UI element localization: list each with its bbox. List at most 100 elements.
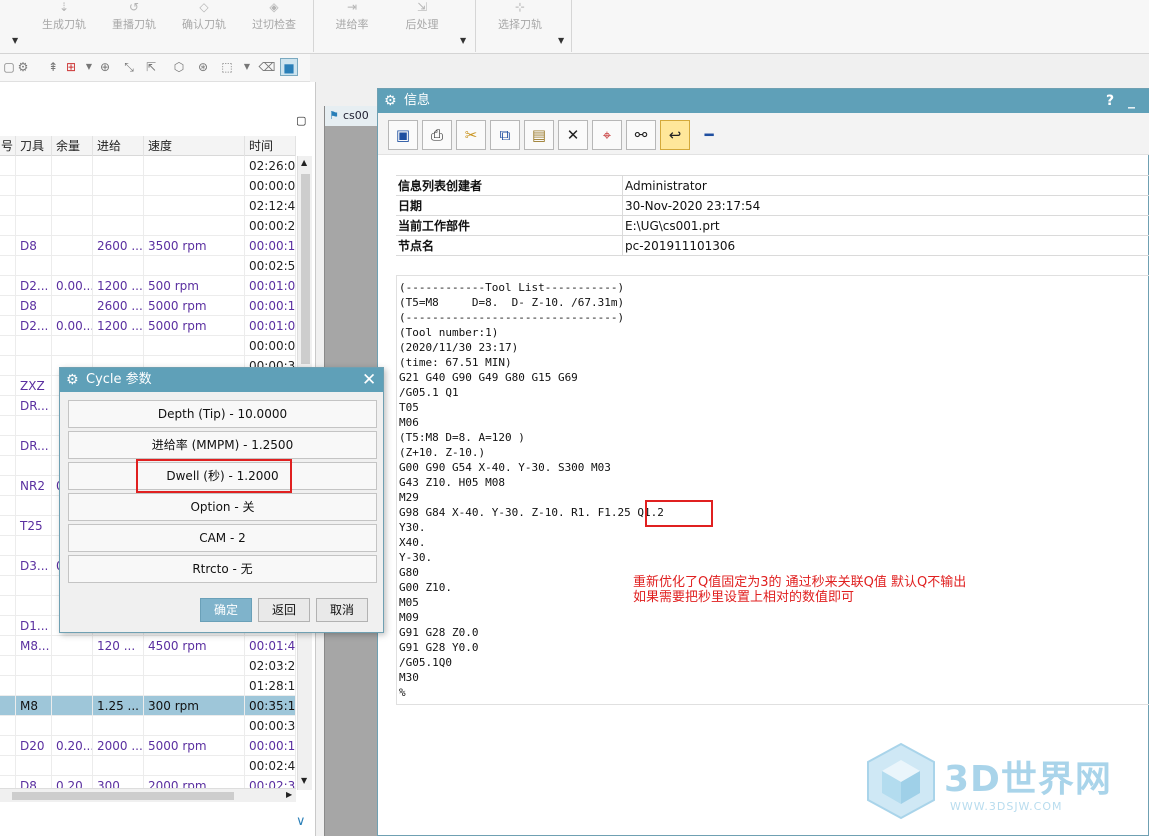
navigator-horizontal-scrollbar[interactable]: ▶	[0, 788, 296, 802]
column-header-speed[interactable]: 速度	[144, 136, 245, 156]
table-row[interactable]: 00:00:00	[0, 176, 296, 196]
cut-icon[interactable]: ✂	[456, 120, 486, 150]
speed-cell: 5000 rpm	[144, 736, 245, 756]
table-row[interactable]: 02:12:46	[0, 196, 296, 216]
help-button[interactable]: ?	[1106, 89, 1114, 113]
scroll-thumb[interactable]	[12, 792, 234, 800]
table-row[interactable]: 00:02:50	[0, 256, 296, 276]
print-icon[interactable]: ⎙	[422, 120, 452, 150]
feed-cell: 1200 ...	[93, 316, 144, 336]
table-row[interactable]: D2...0.00...1200 ...5000 rpm00:01:00	[0, 316, 296, 336]
eraser-icon[interactable]: ⌫	[258, 58, 276, 76]
table-row[interactable]: D8 2600 ...3500 rpm00:00:11	[0, 236, 296, 256]
close-icon[interactable]: ✕	[362, 368, 376, 392]
feedrate-button[interactable]: ⇥ 进给率	[322, 0, 382, 40]
hexagon-icon[interactable]: ⬡	[170, 58, 188, 76]
option-param-button[interactable]: Option - 关	[68, 493, 377, 521]
group-dropdown-arrow[interactable]: ▼	[558, 36, 564, 45]
save-icon[interactable]: ▣	[388, 120, 418, 150]
generate-toolpath-button[interactable]: ⇣ 生成刀轨	[34, 0, 94, 40]
tool-cell: D1...	[16, 616, 52, 636]
target-icon[interactable]: ⌖	[592, 120, 622, 150]
delete-icon[interactable]: ✕	[558, 120, 588, 150]
table-row[interactable]: D200.20...2000 ...5000 rpm00:00:18	[0, 736, 296, 756]
depth-param-button[interactable]: Depth (Tip) - 10.0000	[68, 400, 377, 428]
table-row[interactable]: 00:00:30	[0, 716, 296, 736]
table-row[interactable]: 00:00:23	[0, 216, 296, 236]
minimize-button[interactable]: _	[1128, 89, 1135, 113]
measure-icon[interactable]: ⇱	[142, 58, 160, 76]
ribbon-toolbar: ▼ ⇣ 生成刀轨 ↺ 重播刀轨 ◇ 确认刀轨 ◈ 过切检查 ⇥ 进给率 ⇲ 后处理 ▼ ⊹ 选…	[0, 0, 1149, 54]
tool-cell	[16, 716, 52, 736]
row-number-cell	[0, 516, 16, 536]
word-wrap-icon[interactable]: ↩	[660, 120, 690, 150]
stock-cell	[52, 176, 93, 196]
table-row[interactable]: 02:26:09	[0, 156, 296, 176]
table-row[interactable]: 00:02:48	[0, 756, 296, 776]
column-header-stock[interactable]: 余量	[52, 136, 93, 156]
snap-point-icon[interactable]: ⊞	[62, 58, 80, 76]
time-cell: 00:00:30	[245, 716, 296, 736]
table-row[interactable]: 01:28:15	[0, 676, 296, 696]
find-binoculars-icon[interactable]: ⚯	[626, 120, 656, 150]
table-row[interactable]: M8... 120 ...4500 rpm00:01:47	[0, 636, 296, 656]
box-select-icon[interactable]: ⬚	[218, 58, 236, 76]
ribbon-dropdown-arrow[interactable]: ▼	[12, 36, 18, 45]
tool-cell	[16, 496, 52, 516]
speed-cell	[144, 256, 245, 276]
table-row[interactable]: D8 2600 ...5000 rpm00:00:14	[0, 296, 296, 316]
meta-row: 节点名 pc-201911101306	[396, 236, 1149, 256]
group-dropdown-arrow[interactable]: ▼	[460, 36, 466, 45]
column-header-feed[interactable]: 进给	[93, 136, 144, 156]
scroll-up-icon[interactable]: ▲	[301, 158, 307, 167]
speed-cell	[144, 156, 245, 176]
chevron-down-icon[interactable]: ∨	[296, 814, 306, 829]
copy-icon[interactable]: ⧉	[490, 120, 520, 150]
add-point-icon[interactable]: ⊕	[96, 58, 114, 76]
back-button[interactable]: 返回	[258, 598, 310, 622]
select-toolpath-button[interactable]: ⊹ 选择刀轨	[490, 0, 550, 40]
gouge-check-button[interactable]: ◈ 过切检查	[244, 0, 304, 40]
stock-cell	[52, 716, 93, 736]
column-header-tool[interactable]: 刀具	[16, 136, 52, 156]
collapse-icon[interactable]: ━	[694, 120, 724, 150]
maximize-icon[interactable]: ▢	[296, 114, 306, 127]
rtrcto-param-button[interactable]: Rtrcto - 无	[68, 555, 377, 583]
feedrate-param-button[interactable]: 进给率 (MMPM) - 1.2500	[68, 431, 377, 459]
postprocess-button[interactable]: ⇲ 后处理	[392, 0, 452, 40]
lasso-icon[interactable]: ⊛	[194, 58, 212, 76]
row-number-cell	[0, 416, 16, 436]
cancel-button[interactable]: 取消	[316, 598, 368, 622]
column-header-num[interactable]: 号	[0, 136, 16, 156]
snap-icon[interactable]: ⚙	[14, 58, 32, 76]
point-icon[interactable]: ⇞	[44, 58, 62, 76]
replay-icon: ↺	[128, 0, 140, 14]
row-number-cell	[0, 476, 16, 496]
tool-cell: NR2	[16, 476, 52, 496]
paste-icon[interactable]: ▤	[524, 120, 554, 150]
tool-cell	[16, 176, 52, 196]
table-row[interactable]: 00:00:00	[0, 336, 296, 356]
stock-cell: 0.20...	[52, 736, 93, 756]
dropdown-icon[interactable]: ▼	[238, 58, 256, 76]
graphics-tab[interactable]: ⚑ cs00	[325, 106, 381, 126]
verify-toolpath-button[interactable]: ◇ 确认刀轨	[174, 0, 234, 40]
table-row[interactable]: M8 1.25 ...300 rpm00:35:14	[0, 696, 296, 716]
cam-param-button[interactable]: CAM - 2	[68, 524, 377, 552]
scroll-right-icon[interactable]: ▶	[286, 790, 292, 799]
feed-cell	[93, 176, 144, 196]
tool-cell	[16, 216, 52, 236]
move-icon[interactable]: ⤡	[120, 58, 138, 76]
stock-cell	[52, 336, 93, 356]
tool-cell: D8	[16, 296, 52, 316]
scroll-thumb[interactable]	[301, 174, 310, 364]
replay-toolpath-button[interactable]: ↺ 重播刀轨	[104, 0, 164, 40]
scroll-down-icon[interactable]: ▼	[301, 776, 307, 785]
cube-view-icon[interactable]: ■	[280, 58, 298, 76]
tool-cell	[16, 676, 52, 696]
table-row[interactable]: 02:03:29	[0, 656, 296, 676]
table-row[interactable]: D2...0.00...1200 ...500 rpm00:01:00	[0, 276, 296, 296]
meta-row: 当前工作部件 E:\UG\cs001.prt	[396, 216, 1149, 236]
column-header-time[interactable]: 时间	[245, 136, 296, 156]
ok-button[interactable]: 确定	[200, 598, 252, 622]
